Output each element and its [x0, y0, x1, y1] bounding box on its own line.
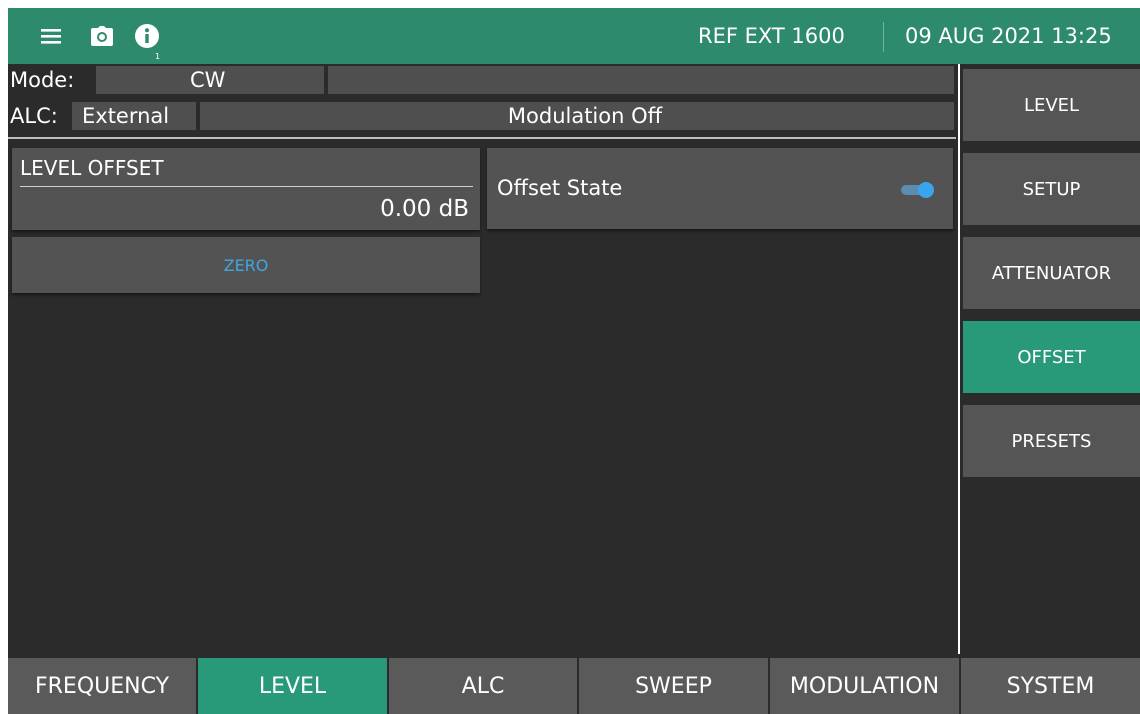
side-menu-presets[interactable]: PRESETS — [963, 405, 1140, 477]
zero-button[interactable]: ZERO — [12, 237, 480, 293]
alc-value-text: External — [82, 104, 170, 128]
side-menu-offset[interactable]: OFFSET — [963, 321, 1140, 393]
date-time: 09 AUG 2021 13:25 — [905, 24, 1112, 48]
right-menu-divider — [958, 64, 960, 654]
modulation-status: Modulation Off — [200, 102, 954, 130]
mode-value-text: CW — [190, 68, 226, 92]
side-menu-attenuator[interactable]: ATTENUATOR — [963, 237, 1140, 309]
mode-extra-field — [328, 66, 954, 94]
tab-modulation[interactable]: MODULATION — [770, 658, 959, 714]
alc-value[interactable]: External — [72, 102, 196, 130]
level-offset-underline — [20, 186, 473, 187]
status-divider — [8, 137, 956, 139]
hamburger-menu-icon[interactable] — [38, 20, 64, 52]
level-offset-value: 0.00 dB — [380, 196, 469, 222]
side-menu-setup[interactable]: SETUP — [963, 153, 1140, 225]
level-offset-panel[interactable]: LEVEL OFFSET 0.00 dB — [12, 148, 480, 230]
offset-state-label: Offset State — [497, 176, 623, 200]
camera-icon[interactable] — [88, 20, 116, 52]
reference-status: REF EXT 1600 — [698, 24, 845, 48]
tab-level[interactable]: LEVEL — [198, 658, 387, 714]
status-area: Mode: CW ALC: External Modulation Off — [8, 64, 958, 140]
zero-button-label: ZERO — [223, 255, 269, 275]
tab-system[interactable]: SYSTEM — [961, 658, 1140, 714]
level-offset-title: LEVEL OFFSET — [20, 156, 164, 180]
info-badge: 1 — [155, 52, 161, 61]
tab-sweep[interactable]: SWEEP — [579, 658, 768, 714]
side-menu-level[interactable]: LEVEL — [963, 69, 1140, 141]
mode-label: Mode: — [10, 68, 75, 92]
offset-state-toggle[interactable] — [901, 182, 935, 198]
info-icon[interactable] — [132, 20, 162, 52]
offset-state-panel: Offset State — [487, 148, 953, 229]
top-bar: 1 REF EXT 1600 09 AUG 2021 13:25 — [8, 8, 1140, 64]
app-window: 1 REF EXT 1600 09 AUG 2021 13:25 Mode: C… — [8, 8, 1140, 714]
alc-label: ALC: — [10, 104, 58, 128]
modulation-status-text: Modulation Off — [507, 104, 663, 128]
mode-value[interactable]: CW — [96, 66, 324, 94]
tab-alc[interactable]: ALC — [389, 658, 577, 714]
toggle-knob — [918, 182, 934, 198]
tab-frequency[interactable]: FREQUENCY — [8, 658, 196, 714]
topbar-divider — [883, 22, 884, 52]
